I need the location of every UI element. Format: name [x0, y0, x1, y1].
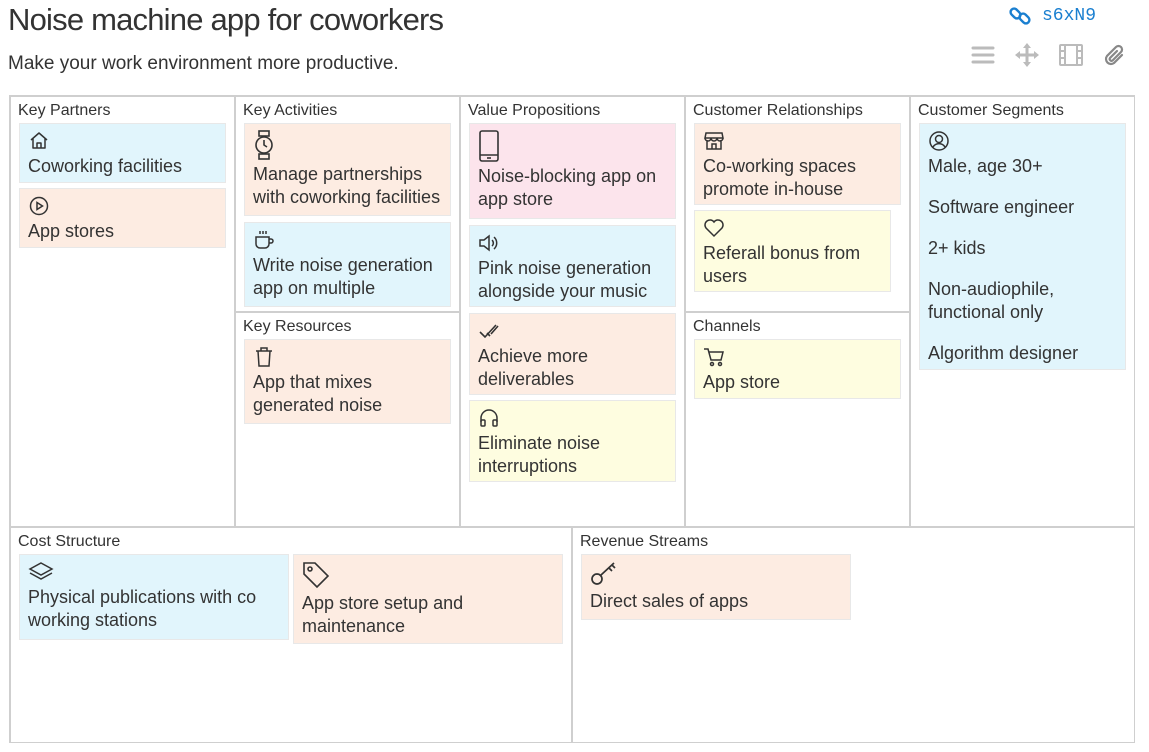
sticky-note[interactable]: Noise-blocking app on app store: [469, 123, 676, 219]
note-text: App that mixes generated noise: [253, 372, 383, 415]
sticky-note[interactable]: Physical publications with co working st…: [19, 554, 289, 640]
coffee-icon: [253, 229, 275, 251]
block-title: Customer Segments: [918, 102, 1064, 119]
block-title: Key Resources: [243, 318, 352, 335]
heart-icon: [703, 217, 725, 239]
block-channels: Channels App store: [685, 312, 910, 527]
note-text: Referall bonus from users: [703, 243, 861, 286]
sticky-note[interactable]: Achieve more deliverables: [469, 313, 676, 395]
cart-icon: [703, 346, 725, 368]
block-customer-relationships: Customer Relationships Co-working spaces…: [685, 96, 910, 312]
user-circle-icon: [928, 130, 950, 152]
share-link[interactable]: s6xN9: [1008, 4, 1096, 28]
sticky-note[interactable]: Write noise generation app on multiple: [244, 222, 451, 307]
note-text: Noise-blocking app on app store: [478, 166, 657, 209]
toolbar: [968, 41, 1130, 69]
block-cost-structure: Cost Structure Physical publications wit…: [10, 527, 572, 743]
segment-line: Male, age 30+: [928, 156, 1043, 176]
note-text: Coworking facilities: [28, 156, 183, 176]
segment-line: Algorithm designer: [928, 343, 1079, 363]
block-title: Channels: [693, 318, 761, 335]
sticky-note[interactable]: Manage partnerships with coworking facil…: [244, 123, 451, 216]
sticky-note[interactable]: Co-working spaces promote in-house: [694, 123, 901, 205]
film-icon[interactable]: [1056, 41, 1086, 69]
sticky-note[interactable]: App store: [694, 339, 901, 399]
phone-icon: [478, 130, 500, 162]
list-icon[interactable]: [968, 41, 998, 69]
note-text: Eliminate noise interruptions: [478, 433, 601, 476]
store-icon: [703, 130, 725, 152]
block-customer-segments: Customer Segments Male, age 30+ Software…: [910, 96, 1135, 527]
block-revenue-streams: Revenue Streams Direct sales of apps: [572, 527, 1135, 743]
play-circle-icon: [28, 195, 50, 217]
note-text: Direct sales of apps: [590, 591, 749, 611]
block-key-partners: Key Partners Coworking facilities App st…: [10, 96, 235, 527]
sticky-note[interactable]: App stores: [19, 188, 226, 248]
note-text: Write noise generation app on multiple: [253, 255, 433, 298]
sticky-note[interactable]: Male, age 30+ Software engineer 2+ kids …: [919, 123, 1126, 370]
move-icon[interactable]: [1012, 41, 1042, 69]
link-icon: [1008, 4, 1032, 28]
note-text: Co-working spaces promote in-house: [703, 156, 857, 199]
home-icon: [28, 130, 50, 152]
trash-icon: [253, 346, 275, 368]
note-text: Manage partnerships with coworking facil…: [253, 164, 441, 207]
sticky-note[interactable]: Eliminate noise interruptions: [469, 400, 676, 482]
page-subtitle: Make your work environment more producti…: [8, 53, 399, 74]
sticky-note[interactable]: Pink noise generation alongside your mus…: [469, 225, 676, 307]
share-code: s6xN9: [1042, 6, 1097, 26]
speaker-icon: [478, 232, 500, 254]
note-text: Pink noise generation alongside your mus…: [478, 258, 652, 301]
block-title: Customer Relationships: [693, 102, 863, 119]
note-text: App store: [703, 372, 781, 392]
sticky-note[interactable]: Coworking facilities: [19, 123, 226, 183]
sticky-note[interactable]: App store setup and maintenance: [293, 554, 563, 644]
note-text: App stores: [28, 221, 115, 241]
business-model-canvas: Key Partners Coworking facilities App st…: [9, 95, 1135, 743]
layers-icon: [28, 561, 54, 583]
block-key-resources: Key Resources App that mixes generated n…: [235, 312, 460, 527]
paperclip-icon[interactable]: [1100, 41, 1130, 69]
watch-icon: [253, 130, 275, 160]
key-icon: [590, 561, 618, 587]
check-icon: [478, 320, 500, 342]
sticky-note[interactable]: Direct sales of apps: [581, 554, 851, 620]
block-title: Key Activities: [243, 102, 338, 119]
block-title: Cost Structure: [18, 533, 121, 550]
segment-line: 2+ kids: [928, 238, 986, 258]
segment-line: Non-audiophile, functional only: [928, 279, 1055, 322]
block-title: Value Propositions: [468, 102, 601, 119]
note-text: Achieve more deliverables: [478, 346, 589, 389]
sticky-note[interactable]: Referall bonus from users: [694, 210, 891, 292]
block-title: Revenue Streams: [580, 533, 709, 550]
block-value-propositions: Value Propositions Noise-blocking app on…: [460, 96, 685, 527]
note-text: Physical publications with co working st…: [28, 587, 257, 630]
sticky-note[interactable]: App that mixes generated noise: [244, 339, 451, 424]
block-title: Key Partners: [18, 102, 111, 119]
segment-line: Software engineer: [928, 197, 1075, 217]
note-text: App store setup and maintenance: [302, 593, 464, 636]
block-key-activities: Key Activities Manage partnerships with …: [235, 96, 460, 312]
page-title: Noise machine app for coworkers: [8, 2, 444, 37]
headphones-icon: [478, 407, 500, 429]
tag-icon: [302, 561, 330, 589]
